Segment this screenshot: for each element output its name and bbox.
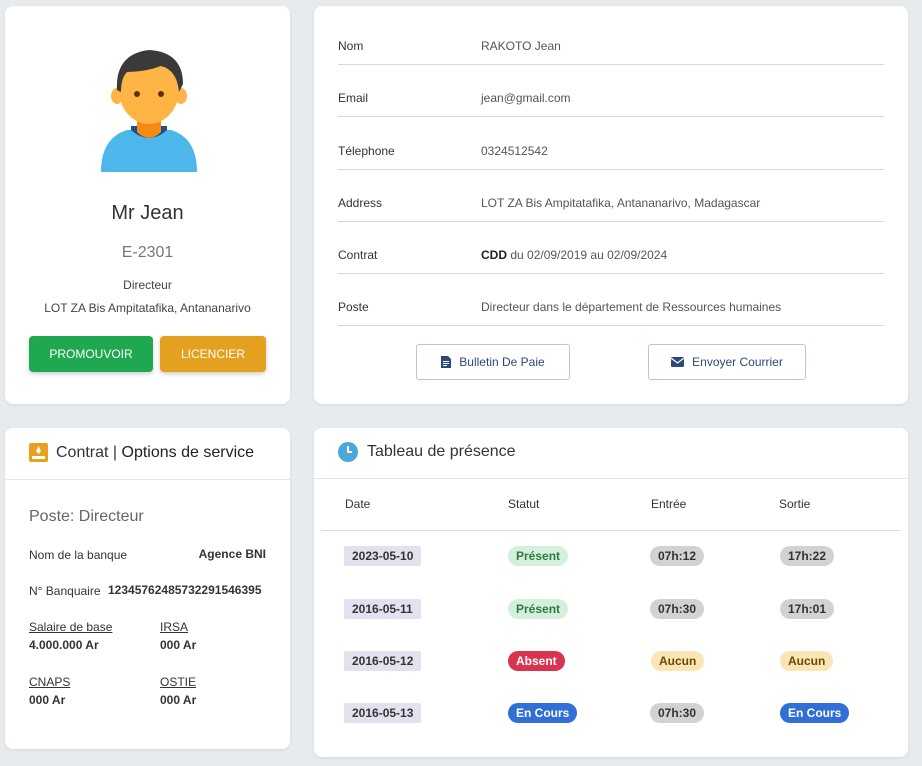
contract-period: du 02/09/2019 au 02/09/2024 bbox=[507, 248, 668, 262]
presence-table-card: Tableau de présence Date Statut Entrée S… bbox=[314, 428, 908, 757]
dismiss-button[interactable]: LICENCIER bbox=[160, 336, 266, 372]
send-mail-label: Envoyer Courrier bbox=[692, 355, 783, 369]
detail-row-phone: Télephone 0324512542 bbox=[338, 118, 884, 170]
payslip-label: Bulletin De Paie bbox=[459, 355, 545, 369]
base-salary-label: Salaire de base bbox=[29, 620, 113, 634]
status-badge: Absent bbox=[508, 651, 565, 671]
detail-value: Directeur dans le département de Ressour… bbox=[481, 300, 782, 314]
exit-time-badge: 17h:22 bbox=[780, 546, 835, 566]
employee-details-card: Nom RAKOTO Jean Email jean@gmail.com Tél… bbox=[314, 6, 908, 404]
detail-label: Contrat bbox=[338, 248, 378, 262]
date-badge: 2023-05-10 bbox=[344, 546, 422, 566]
ostie-value: 000 Ar bbox=[160, 693, 197, 707]
bank-number-label: N° Banquaire bbox=[29, 584, 101, 598]
exit-time-badge: 17h:01 bbox=[780, 599, 835, 619]
date-badge: 2016-05-11 bbox=[344, 599, 421, 619]
date-badge: 2016-05-13 bbox=[344, 703, 422, 723]
detail-label: Nom bbox=[338, 39, 364, 53]
date-badge: 2016-05-12 bbox=[344, 651, 422, 671]
detail-row-address: Address LOT ZA Bis Ampitatafika, Antanan… bbox=[338, 170, 884, 222]
status-badge: En Cours bbox=[508, 703, 578, 723]
contract-type: CDD bbox=[481, 248, 507, 262]
detail-value: RAKOTO Jean bbox=[481, 39, 561, 53]
detail-row-email: Email jean@gmail.com bbox=[338, 65, 884, 117]
cnaps-value: 000 Ar bbox=[29, 693, 66, 707]
presence-card-header: Tableau de présence bbox=[314, 428, 908, 479]
bank-number-value: 12345762485732291546395 bbox=[108, 583, 262, 597]
detail-value: LOT ZA Bis Ampitatafika, Antananarivo, M… bbox=[481, 196, 761, 210]
status-badge: Présent bbox=[508, 599, 569, 619]
entry-time-badge: 07h:12 bbox=[650, 546, 705, 566]
entry-time-badge: 07h:30 bbox=[650, 703, 705, 723]
column-header-out: Sortie bbox=[779, 497, 811, 511]
cnaps-label: CNAPS bbox=[29, 675, 71, 689]
detail-label: Télephone bbox=[338, 144, 395, 158]
ostie-label: OSTIE bbox=[160, 675, 197, 689]
contract-card-title: Contrat | Options de service bbox=[56, 444, 255, 461]
exit-time-badge: En Cours bbox=[780, 703, 850, 723]
detail-label: Email bbox=[338, 91, 369, 105]
table-header-divider bbox=[321, 530, 901, 531]
promote-button[interactable]: PROMOUVOIR bbox=[29, 336, 153, 372]
contract-card-header: Contrat | Options de service bbox=[5, 428, 290, 480]
column-header-in: Entrée bbox=[651, 497, 687, 511]
entry-time-badge: Aucun bbox=[651, 651, 705, 671]
irsa-label: IRSA bbox=[160, 620, 189, 634]
column-header-date: Date bbox=[345, 497, 371, 511]
contract-position: Poste: Directeur bbox=[29, 508, 144, 525]
detail-row-contract: Contrat CDD du 02/09/2019 au 02/09/2024 bbox=[338, 222, 884, 274]
bank-name-label: Nom de la banque bbox=[29, 548, 128, 562]
status-badge: Présent bbox=[508, 546, 569, 566]
payslip-button[interactable]: Bulletin De Paie bbox=[416, 344, 570, 380]
profile-address: LOT ZA Bis Ampitatafika, Antananarivo bbox=[44, 301, 251, 315]
send-mail-button[interactable]: Envoyer Courrier bbox=[648, 344, 806, 380]
profile-role: Directeur bbox=[123, 278, 172, 292]
document-icon bbox=[441, 356, 452, 368]
column-header-status: Statut bbox=[508, 497, 540, 511]
entry-time-badge: 07h:30 bbox=[650, 599, 705, 619]
detail-row-name: Nom RAKOTO Jean bbox=[338, 13, 884, 65]
detail-value: 0324512542 bbox=[481, 144, 548, 158]
contract-card: Contrat | Options de service Poste: Dire… bbox=[5, 428, 290, 749]
profile-card: Mr Jean E-2301 Directeur LOT ZA Bis Ampi… bbox=[5, 6, 290, 404]
user-avatar-icon bbox=[101, 50, 197, 172]
irsa-value: 000 Ar bbox=[160, 638, 197, 652]
profile-name: Mr Jean bbox=[111, 202, 184, 224]
detail-value: CDD du 02/09/2019 au 02/09/2024 bbox=[481, 248, 667, 262]
detail-row-position: Poste Directeur dans le département de R… bbox=[338, 274, 884, 326]
presence-card-title: Tableau de présence bbox=[367, 443, 516, 460]
bank-name-value: Agence BNI bbox=[198, 547, 266, 561]
contract-book-icon bbox=[29, 443, 48, 462]
exit-time-badge: Aucun bbox=[780, 651, 834, 671]
detail-label: Poste bbox=[338, 300, 369, 314]
envelope-icon bbox=[671, 357, 685, 367]
clock-icon bbox=[338, 442, 358, 462]
base-salary-value: 4.000.000 Ar bbox=[29, 638, 99, 652]
detail-label: Address bbox=[338, 196, 383, 210]
detail-value: jean@gmail.com bbox=[481, 91, 571, 105]
employee-code: E-2301 bbox=[121, 244, 174, 261]
